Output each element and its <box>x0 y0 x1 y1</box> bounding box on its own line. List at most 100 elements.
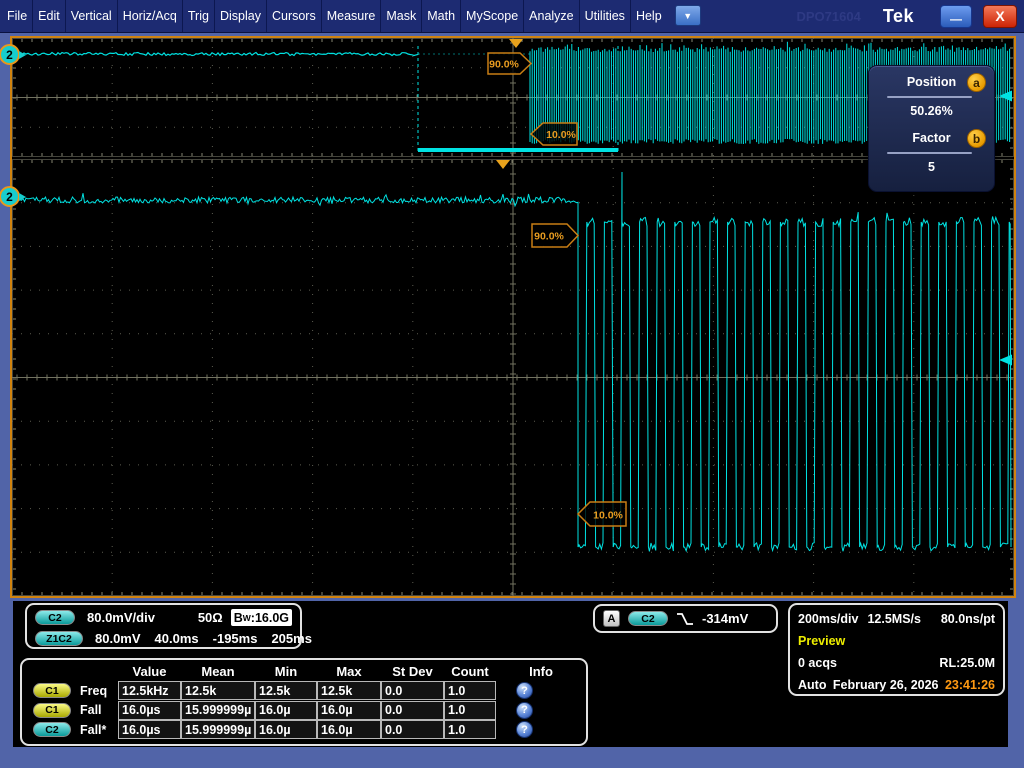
termination: 50Ω <box>198 610 223 625</box>
zoom-position-readout: -195ms <box>213 631 258 646</box>
menu-file[interactable]: File <box>2 0 33 32</box>
zoom-position-label: Position <box>907 75 956 89</box>
measurement-row-fall-c2: C2 Fall* 16.0µs 15.999999µ 16.0µ 16.0µ 0… <box>22 720 586 740</box>
meas-max: 16.0µ <box>317 701 381 720</box>
meas-value: 16.0µs <box>118 720 181 739</box>
timebase: 200ms/div <box>798 612 858 626</box>
channel-2-badge-zoom[interactable]: 2 <box>0 186 20 207</box>
channel-c2-pill[interactable]: C2 <box>35 610 75 625</box>
zoom-timebase: 40.0ms <box>155 631 199 646</box>
vertical-scale: 80.0mV/div <box>87 610 155 625</box>
overview-low-ref-label: 10.0% <box>546 129 576 141</box>
zoom-waveform-level-arrow[interactable] <box>999 355 1012 366</box>
col-info: Info <box>496 661 586 681</box>
zoom-factor-label: Factor <box>912 131 950 145</box>
menu-bar: File Edit Vertical Horiz/Acq Trig Displa… <box>0 0 1024 33</box>
overview-high-ref-label: 90.0% <box>489 59 519 71</box>
meas-name: Fall* <box>80 723 106 737</box>
meas-source-pill[interactable]: C1 <box>33 683 71 698</box>
trigger-readout-box[interactable]: A C2 -314mV <box>593 604 778 633</box>
menu-myscope[interactable]: MyScope <box>461 0 524 32</box>
date: February 26, 2026 <box>833 678 939 692</box>
record-length: RL:25.0M <box>939 656 995 670</box>
meas-min: 16.0µ <box>255 701 317 720</box>
meas-stdev: 0.0 <box>381 681 444 700</box>
close-icon: X <box>995 8 1004 24</box>
zoom-high-ref-flag[interactable]: 90.0% <box>532 224 578 247</box>
info-help-icon[interactable]: ? <box>516 682 533 699</box>
menu-utilities[interactable]: Utilities <box>580 0 631 32</box>
info-help-icon[interactable]: ? <box>516 702 533 719</box>
close-button[interactable]: X <box>983 5 1017 28</box>
zoom-channel-pill[interactable]: Z1C2 <box>35 631 83 646</box>
col-max: Max <box>317 661 381 681</box>
resolution: 80.0ns/pt <box>941 612 995 626</box>
titlebar-spacer <box>701 0 797 32</box>
meas-source-pill[interactable]: C2 <box>33 722 71 737</box>
trigger-mode: Auto <box>798 678 826 692</box>
tek-logo: Tek <box>883 6 914 27</box>
trigger-source-pill[interactable]: C2 <box>628 611 668 626</box>
meas-mean: 12.5k <box>181 681 255 700</box>
divider <box>887 96 972 98</box>
overview-high-ref-flag[interactable]: 90.0% <box>488 53 531 74</box>
chevron-down-icon: ▼ <box>683 11 692 21</box>
menu-overflow-dropdown[interactable]: ▼ <box>675 5 701 26</box>
info-help-icon[interactable]: ? <box>516 721 533 738</box>
menu-help[interactable]: Help <box>631 0 667 32</box>
meas-count: 1.0 <box>444 720 496 739</box>
overview-window: 90.0% 10.0% <box>12 38 1014 157</box>
menu-cursors[interactable]: Cursors <box>267 0 322 32</box>
menu-vertical[interactable]: Vertical <box>66 0 118 32</box>
menu-mask[interactable]: Mask <box>381 0 422 32</box>
meas-name: Freq <box>80 684 107 698</box>
measurement-header-row: Value Mean Min Max St Dev Count Info <box>22 661 586 681</box>
menu-math[interactable]: Math <box>422 0 461 32</box>
col-value: Value <box>118 661 181 681</box>
horizontal-readout-box[interactable]: 200ms/div 12.5MS/s 80.0ns/pt Preview 0 a… <box>788 603 1005 696</box>
meas-min: 12.5k <box>255 681 317 700</box>
knob-b-badge: b <box>967 129 986 148</box>
col-stdev: St Dev <box>381 661 444 681</box>
graticule <box>12 159 1014 596</box>
menu-analyze[interactable]: Analyze <box>524 0 579 32</box>
meas-max: 16.0µ <box>317 720 381 739</box>
channel-2-badge-overview[interactable]: 2 <box>0 44 20 65</box>
divider <box>887 152 972 154</box>
meas-count: 1.0 <box>444 701 496 720</box>
menu-trig[interactable]: Trig <box>183 0 215 32</box>
meas-mean: 15.999999µ <box>181 720 255 739</box>
channel-readout-box[interactable]: C2 80.0mV/div 50Ω BW:16.0G Z1C2 80.0mV 4… <box>25 603 302 649</box>
zoom-trigger-position-marker[interactable] <box>496 160 510 169</box>
trigger-a-badge: A <box>603 610 620 627</box>
menu-edit[interactable]: Edit <box>33 0 66 32</box>
meas-max: 12.5k <box>317 681 381 700</box>
zoom-high-ref-label: 90.0% <box>534 231 564 243</box>
meas-value: 12.5kHz <box>118 681 181 700</box>
zoom-low-ref-label: 10.0% <box>593 510 623 522</box>
col-min: Min <box>255 661 317 681</box>
falling-edge-icon <box>676 611 694 627</box>
meas-value: 16.0µs <box>118 701 181 720</box>
minimize-icon: — <box>950 12 962 27</box>
overview-low-ref-flag[interactable]: 10.0% <box>531 123 577 145</box>
measurement-row-freq: C1 Freq 12.5kHz 12.5k 12.5k 12.5k 0.0 1.… <box>22 681 586 701</box>
menu-measure[interactable]: Measure <box>322 0 382 32</box>
zoom-position-value[interactable]: 50.26% <box>869 104 994 118</box>
waveform-display-area: 90.0% 10.0% 90.0% 10.0% 2 2 <box>10 36 1016 598</box>
meas-source-pill[interactable]: C1 <box>33 703 71 718</box>
col-count: Count <box>444 661 496 681</box>
menu-horiz-acq[interactable]: Horiz/Acq <box>118 0 183 32</box>
minimize-button[interactable]: — <box>940 5 972 28</box>
zoom-window: 90.0% 10.0% <box>12 159 1014 596</box>
zoom-range-readout: 205ms <box>271 631 311 646</box>
meas-count: 1.0 <box>444 681 496 700</box>
meas-stdev: 0.0 <box>381 720 444 739</box>
zoom-factor-value[interactable]: 5 <box>869 160 994 174</box>
sample-rate: 12.5MS/s <box>867 612 921 626</box>
zoom-scale: 80.0mV <box>95 631 141 646</box>
meas-min: 16.0µ <box>255 720 317 739</box>
acquisition-status: Preview <box>798 634 845 648</box>
trigger-level: -314mV <box>702 611 748 626</box>
menu-display[interactable]: Display <box>215 0 267 32</box>
